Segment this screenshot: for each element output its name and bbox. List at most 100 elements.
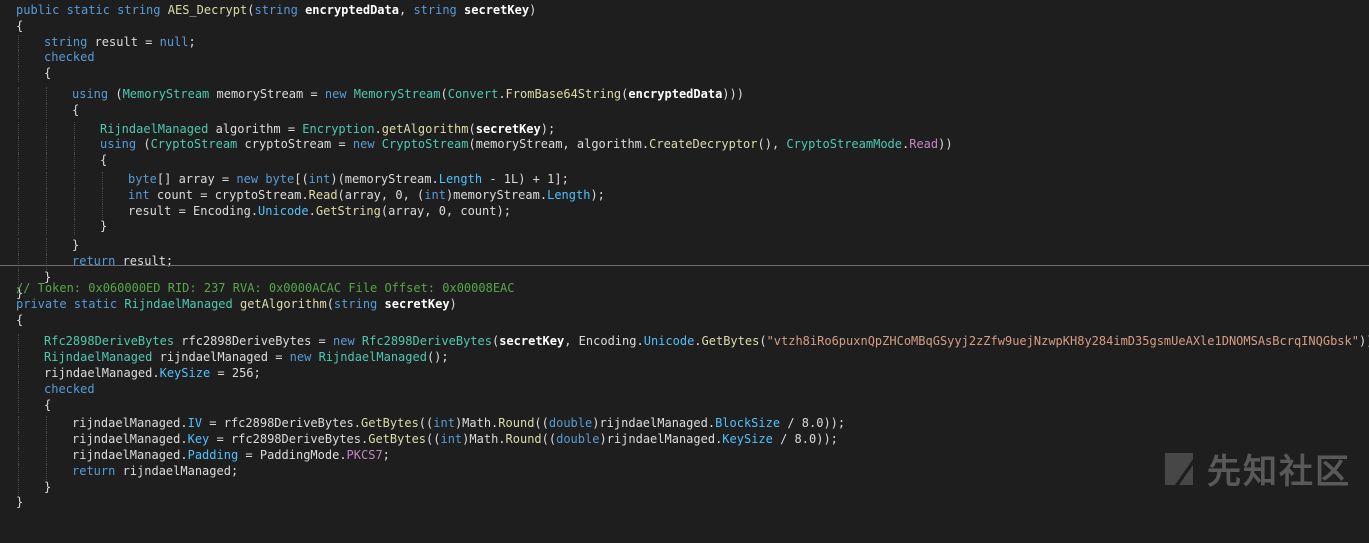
param-name[interactable]: encryptedData [305, 3, 399, 17]
code-token: new [352, 137, 375, 152]
code-line: RijndaelManaged algorithm = Encryption.g… [0, 121, 1369, 138]
method-name[interactable]: GetBytes [702, 334, 760, 348]
param-name[interactable]: secretKey [464, 3, 529, 17]
type-name[interactable]: Rfc2898DeriveBytes [362, 334, 492, 348]
code-token: cryptoStream = [237, 137, 353, 152]
code-line: private static RijndaelManaged getAlgori… [16, 296, 457, 311]
code-line: rijndaelManaged.KeySize = 256; [0, 365, 1369, 382]
param-name[interactable]: secretKey [385, 297, 450, 311]
property-name[interactable]: KeySize [160, 366, 211, 380]
type-name[interactable]: CryptoStreamMode [786, 137, 902, 151]
code-token: - 1L) + 1]; [482, 171, 569, 186]
method-name[interactable]: getAlgorithm [382, 122, 469, 136]
token-comment: // Token: 0x060000ED RID: 237 RVA: 0x000… [16, 281, 515, 295]
code-token: / 8.0)); [772, 432, 838, 447]
type-name[interactable]: RijndaelManaged [124, 297, 232, 311]
method-name[interactable]: getAlgorithm [240, 297, 327, 311]
code-token: rijndaelManaged; [115, 463, 239, 478]
method-name[interactable]: CreateDecryptor [649, 137, 757, 151]
code-line: } [0, 238, 1369, 254]
method-name[interactable]: AES_Decrypt [168, 3, 247, 17]
code-token: int [440, 432, 463, 447]
method-name[interactable]: Round [498, 416, 534, 430]
method-name[interactable]: GetBytes [361, 416, 419, 430]
type-name[interactable]: MemoryStream [123, 87, 210, 101]
code-token: private static [16, 296, 125, 311]
property-name[interactable]: Length [547, 188, 590, 202]
enum-value[interactable]: PKCS7 [347, 448, 383, 462]
code-line: { [16, 18, 24, 33]
code-token: rijndaelManaged. [44, 365, 160, 380]
code-token: / 8.0)); [780, 416, 846, 431]
param-name[interactable]: secretKey [499, 334, 564, 348]
code-token: checked [44, 381, 95, 396]
code-token: )rijndaelManaged. [592, 416, 716, 431]
code-token: new [333, 334, 355, 349]
property-name[interactable]: Unicode [644, 334, 695, 348]
code-token: rijndaelManaged. [72, 447, 188, 462]
code-token: string [413, 3, 457, 17]
code-line: { [0, 153, 1369, 169]
type-name[interactable]: CryptoStream [151, 137, 238, 151]
method-name[interactable]: Read [309, 188, 338, 202]
code-token: [] array = [156, 171, 237, 186]
code-line: { [0, 66, 1369, 82]
code-line: using (CryptoStream cryptoStream = new C… [0, 137, 1369, 154]
enum-value[interactable]: Read [909, 137, 938, 151]
code-token: byte [265, 171, 295, 186]
type-name[interactable]: RijndaelManaged [319, 350, 427, 364]
code-line: return result; [0, 253, 1369, 270]
code-token: memoryStream = [209, 86, 325, 101]
property-name[interactable]: Length [439, 172, 482, 186]
code-token: int [308, 171, 331, 186]
code-token: count = cryptoStream. [149, 187, 309, 202]
code-token: (), [757, 137, 787, 152]
method-name[interactable]: Round [506, 432, 542, 446]
property-name[interactable]: Padding [188, 448, 239, 462]
property-name[interactable]: Key [188, 432, 210, 446]
property-name[interactable]: KeySize [722, 432, 773, 446]
watermark: 先知社区 [1161, 444, 1351, 493]
code-token: (( [534, 416, 549, 431]
code-token: ); [590, 187, 605, 202]
property-name[interactable]: BlockSize [715, 416, 780, 430]
param-name[interactable]: secretKey [476, 122, 541, 136]
method-name[interactable]: FromBase64String [506, 87, 622, 101]
xianzhi-logo-icon [1165, 452, 1193, 485]
code-token: new [289, 350, 312, 365]
code-token: string [254, 3, 298, 17]
code-token: new [324, 86, 347, 101]
code-line: RijndaelManaged rijndaelManaged = new Ri… [0, 350, 1369, 366]
code-line: rijndaelManaged.IV = rfc2898DeriveBytes.… [0, 416, 1369, 433]
type-name[interactable]: Rfc2898DeriveBytes [44, 334, 174, 348]
code-token: using [100, 137, 137, 152]
type-name[interactable]: RijndaelManaged [44, 350, 152, 364]
type-name[interactable]: MemoryStream [354, 87, 441, 101]
code-token: null [159, 34, 189, 49]
code-token: (( [418, 416, 434, 431]
code-line: int count = cryptoStream.Read(array, 0, … [0, 187, 1369, 204]
code-line: string result = null; [0, 34, 1369, 51]
code-token: )); [1358, 334, 1369, 349]
method-name[interactable]: GetString [316, 204, 381, 218]
code-line: public static string AES_Decrypt(string … [16, 3, 537, 17]
type-name[interactable]: Convert [448, 87, 499, 101]
type-name[interactable]: CryptoStream [382, 137, 469, 151]
code-token: = PaddingMode. [238, 447, 347, 462]
code-token: double [556, 432, 600, 447]
code-line: using (MemoryStream memoryStream = new M… [0, 86, 1369, 103]
code-line: checked [0, 381, 1369, 398]
code-token: rijndaelManaged. [72, 432, 188, 447]
type-name[interactable]: RijndaelManaged [100, 122, 208, 136]
method-name[interactable]: GetBytes [368, 432, 426, 446]
code-token: (array, 0, count); [380, 203, 511, 218]
code-token: = rfc2898DeriveBytes. [209, 432, 369, 447]
property-name[interactable]: Unicode [258, 204, 309, 218]
property-name[interactable]: IV [188, 416, 202, 430]
code-line: Rfc2898DeriveBytes rfc2898DeriveBytes = … [0, 334, 1369, 351]
type-name[interactable]: Encryption [302, 122, 374, 136]
code-token: byte [128, 171, 157, 186]
code-line: } [16, 495, 24, 510]
code-line: { [0, 102, 1369, 119]
param-name[interactable]: encryptedData [628, 87, 722, 101]
